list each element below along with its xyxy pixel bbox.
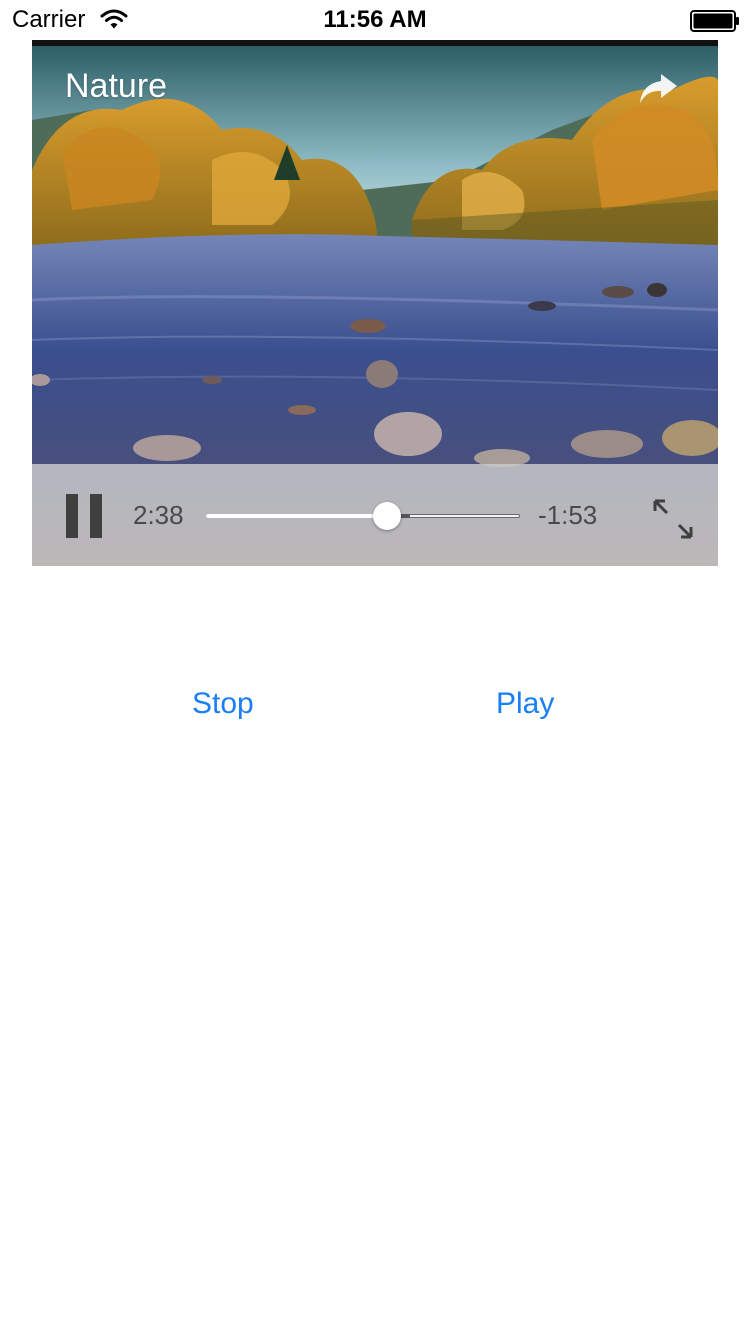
stop-button[interactable]: Stop (192, 684, 254, 724)
video-title: Nature (65, 67, 168, 105)
slider-thumb[interactable] (372, 502, 401, 530)
progress-slider[interactable] (206, 502, 522, 530)
status-time: 11:56 AM (323, 6, 427, 33)
fullscreen-icon[interactable] (652, 498, 694, 540)
share-icon[interactable] (637, 70, 679, 106)
remaining-time: -1:53 (538, 500, 598, 530)
elapsed-time: 2:38 (133, 500, 184, 530)
pause-icon[interactable] (66, 494, 102, 538)
played-track (206, 514, 387, 518)
play-button[interactable]: Play (496, 684, 554, 724)
playback-controls: 2:38 -1:53 (32, 464, 718, 566)
status-bar: Carrier 11:56 AM (0, 0, 750, 40)
video-player[interactable]: Nature 2:38 -1:53 (32, 40, 718, 566)
battery-icon (690, 10, 739, 32)
